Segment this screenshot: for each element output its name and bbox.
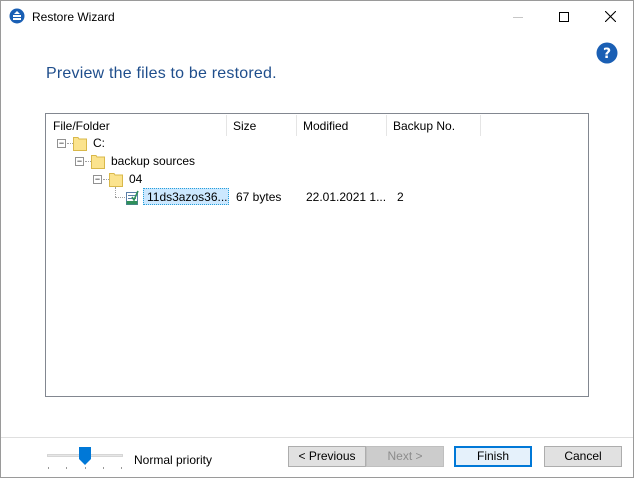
- collapse-toggle-backup-sources[interactable]: −: [75, 157, 84, 166]
- page-heading: Preview the files to be restored.: [46, 65, 277, 82]
- help-icon[interactable]: ?: [596, 42, 618, 64]
- tree-node-label[interactable]: C:: [93, 136, 105, 150]
- minimize-button[interactable]: [495, 1, 541, 32]
- tree-connector: [115, 197, 125, 198]
- file-tree-view[interactable]: File/Folder Size Modified Backup No. − C…: [45, 113, 589, 397]
- folder-icon: [73, 137, 87, 151]
- window-title: Restore Wizard: [32, 10, 115, 24]
- slider-tick: [121, 467, 122, 469]
- minimize-icon: [513, 16, 523, 18]
- collapse-toggle-c[interactable]: −: [57, 139, 66, 148]
- slider-tick: [48, 467, 49, 469]
- close-icon: [604, 11, 616, 22]
- collapse-toggle-04[interactable]: −: [93, 175, 102, 184]
- folder-icon: [91, 155, 105, 169]
- tree-node-label[interactable]: backup sources: [111, 154, 195, 168]
- column-header-file-folder[interactable]: File/Folder: [47, 115, 227, 136]
- tree-connector: [115, 187, 116, 197]
- folder-icon: [109, 173, 123, 187]
- maximize-button[interactable]: [541, 1, 587, 32]
- column-header-modified[interactable]: Modified: [297, 115, 387, 136]
- app-icon: [9, 8, 25, 24]
- column-header-size[interactable]: Size: [227, 115, 297, 136]
- file-backup-no: 2: [397, 190, 404, 204]
- cancel-button[interactable]: Cancel: [544, 446, 622, 467]
- slider-tick: [85, 467, 86, 469]
- svg-text:?: ?: [603, 46, 611, 62]
- column-header-backup-no[interactable]: Backup No.: [387, 115, 481, 136]
- next-button[interactable]: Next >: [366, 446, 444, 467]
- tree-node-label[interactable]: 04: [129, 172, 142, 186]
- finish-button[interactable]: Finish: [454, 446, 532, 467]
- slider-tick: [103, 467, 104, 469]
- priority-label: Normal priority: [134, 453, 213, 467]
- selected-file-name[interactable]: 11ds3azos36...: [143, 188, 229, 205]
- file-size: 67 bytes: [236, 190, 282, 204]
- title-bar: Restore Wizard: [1, 1, 633, 32]
- footer-divider: [1, 437, 633, 438]
- document-icon: [126, 190, 139, 205]
- restore-wizard-window: Restore Wizard ? Preview the files to be…: [0, 0, 634, 478]
- previous-button[interactable]: < Previous: [288, 446, 366, 467]
- slider-tick: [66, 467, 67, 469]
- file-modified: 22.01.2021 1...: [306, 190, 387, 204]
- priority-slider-thumb[interactable]: [79, 447, 91, 465]
- maximize-icon: [559, 11, 569, 22]
- close-button[interactable]: [587, 1, 633, 32]
